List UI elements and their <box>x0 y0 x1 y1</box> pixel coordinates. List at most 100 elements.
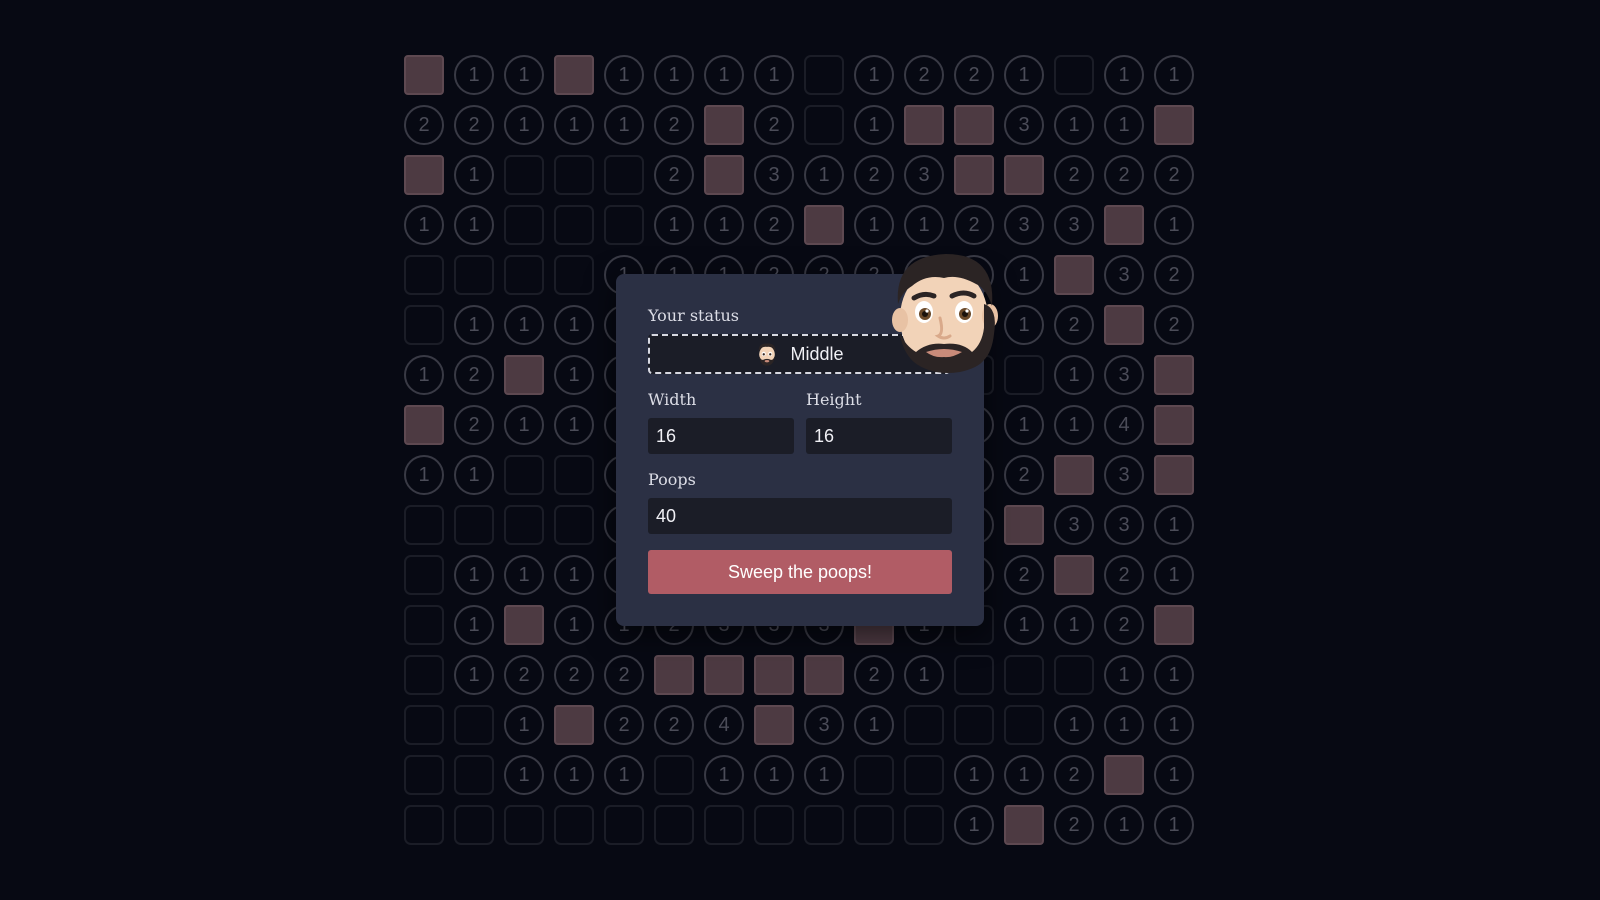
empty-tile[interactable] <box>404 255 444 295</box>
empty-tile[interactable] <box>554 155 594 195</box>
number-tile[interactable]: 1 <box>1054 705 1094 745</box>
empty-tile[interactable] <box>754 805 794 845</box>
number-tile[interactable]: 1 <box>604 55 644 95</box>
number-tile[interactable]: 1 <box>1054 105 1094 145</box>
number-tile[interactable]: 1 <box>1104 705 1144 745</box>
number-tile[interactable]: 1 <box>904 655 944 695</box>
number-tile[interactable]: 1 <box>504 105 544 145</box>
number-tile[interactable]: 1 <box>954 805 994 845</box>
number-tile[interactable]: 1 <box>1054 355 1094 395</box>
poop-tile[interactable] <box>954 105 994 145</box>
number-tile[interactable]: 1 <box>1004 55 1044 95</box>
number-tile[interactable]: 1 <box>854 205 894 245</box>
empty-tile[interactable] <box>854 805 894 845</box>
number-tile[interactable]: 2 <box>954 205 994 245</box>
number-tile[interactable]: 1 <box>854 705 894 745</box>
height-field[interactable]: 16 <box>806 418 952 454</box>
poop-tile[interactable] <box>404 55 444 95</box>
number-tile[interactable]: 2 <box>904 55 944 95</box>
number-tile[interactable]: 2 <box>1054 805 1094 845</box>
empty-tile[interactable] <box>654 755 694 795</box>
number-tile[interactable]: 1 <box>404 205 444 245</box>
empty-tile[interactable] <box>804 105 844 145</box>
number-tile[interactable]: 1 <box>454 155 494 195</box>
number-tile[interactable]: 1 <box>454 205 494 245</box>
poop-tile[interactable] <box>754 655 794 695</box>
empty-tile[interactable] <box>954 705 994 745</box>
number-tile[interactable]: 3 <box>1104 255 1144 295</box>
number-tile[interactable]: 1 <box>854 105 894 145</box>
empty-tile[interactable] <box>654 805 694 845</box>
number-tile[interactable]: 2 <box>604 705 644 745</box>
number-tile[interactable]: 1 <box>454 55 494 95</box>
empty-tile[interactable] <box>454 805 494 845</box>
empty-tile[interactable] <box>904 755 944 795</box>
number-tile[interactable]: 1 <box>1054 405 1094 445</box>
number-tile[interactable]: 1 <box>804 755 844 795</box>
number-tile[interactable]: 1 <box>654 205 694 245</box>
poop-tile[interactable] <box>1054 455 1094 495</box>
empty-tile[interactable] <box>454 755 494 795</box>
number-tile[interactable]: 3 <box>1104 355 1144 395</box>
number-tile[interactable]: 1 <box>754 755 794 795</box>
poop-tile[interactable] <box>1154 355 1194 395</box>
number-tile[interactable]: 1 <box>404 455 444 495</box>
empty-tile[interactable] <box>604 205 644 245</box>
number-tile[interactable]: 1 <box>854 55 894 95</box>
empty-tile[interactable] <box>404 555 444 595</box>
number-tile[interactable]: 2 <box>1104 555 1144 595</box>
sweep-button[interactable]: Sweep the poops! <box>648 550 952 594</box>
empty-tile[interactable] <box>404 505 444 545</box>
number-tile[interactable]: 3 <box>1054 505 1094 545</box>
empty-tile[interactable] <box>904 705 944 745</box>
number-tile[interactable]: 1 <box>554 355 594 395</box>
empty-tile[interactable] <box>404 305 444 345</box>
poop-tile[interactable] <box>554 705 594 745</box>
empty-tile[interactable] <box>854 755 894 795</box>
number-tile[interactable]: 1 <box>754 55 794 95</box>
width-field[interactable]: 16 <box>648 418 794 454</box>
empty-tile[interactable] <box>554 455 594 495</box>
empty-tile[interactable] <box>604 805 644 845</box>
empty-tile[interactable] <box>454 505 494 545</box>
number-tile[interactable]: 2 <box>604 655 644 695</box>
empty-tile[interactable] <box>504 155 544 195</box>
number-tile[interactable]: 2 <box>404 105 444 145</box>
number-tile[interactable]: 2 <box>754 205 794 245</box>
number-tile[interactable]: 1 <box>954 755 994 795</box>
number-tile[interactable]: 1 <box>904 205 944 245</box>
number-tile[interactable]: 1 <box>1154 505 1194 545</box>
empty-tile[interactable] <box>404 805 444 845</box>
poop-tile[interactable] <box>754 705 794 745</box>
number-tile[interactable]: 1 <box>504 305 544 345</box>
empty-tile[interactable] <box>404 755 444 795</box>
empty-tile[interactable] <box>1004 355 1044 395</box>
poop-tile[interactable] <box>704 105 744 145</box>
number-tile[interactable]: 1 <box>1054 605 1094 645</box>
empty-tile[interactable] <box>804 805 844 845</box>
number-tile[interactable]: 1 <box>1154 655 1194 695</box>
number-tile[interactable]: 2 <box>654 105 694 145</box>
number-tile[interactable]: 1 <box>704 205 744 245</box>
number-tile[interactable]: 1 <box>1154 205 1194 245</box>
poop-tile[interactable] <box>704 655 744 695</box>
number-tile[interactable]: 1 <box>454 655 494 695</box>
number-tile[interactable]: 2 <box>1154 255 1194 295</box>
number-tile[interactable]: 1 <box>1004 255 1044 295</box>
number-tile[interactable]: 1 <box>1104 805 1144 845</box>
empty-tile[interactable] <box>404 705 444 745</box>
number-tile[interactable]: 2 <box>1104 155 1144 195</box>
number-tile[interactable]: 1 <box>554 105 594 145</box>
number-tile[interactable]: 2 <box>454 355 494 395</box>
empty-tile[interactable] <box>804 55 844 95</box>
poop-tile[interactable] <box>1154 405 1194 445</box>
poop-tile[interactable] <box>704 155 744 195</box>
number-tile[interactable]: 1 <box>504 405 544 445</box>
number-tile[interactable]: 2 <box>1004 555 1044 595</box>
poop-tile[interactable] <box>804 655 844 695</box>
number-tile[interactable]: 1 <box>554 405 594 445</box>
empty-tile[interactable] <box>904 805 944 845</box>
number-tile[interactable]: 1 <box>604 755 644 795</box>
poop-tile[interactable] <box>904 105 944 145</box>
poop-tile[interactable] <box>1154 105 1194 145</box>
